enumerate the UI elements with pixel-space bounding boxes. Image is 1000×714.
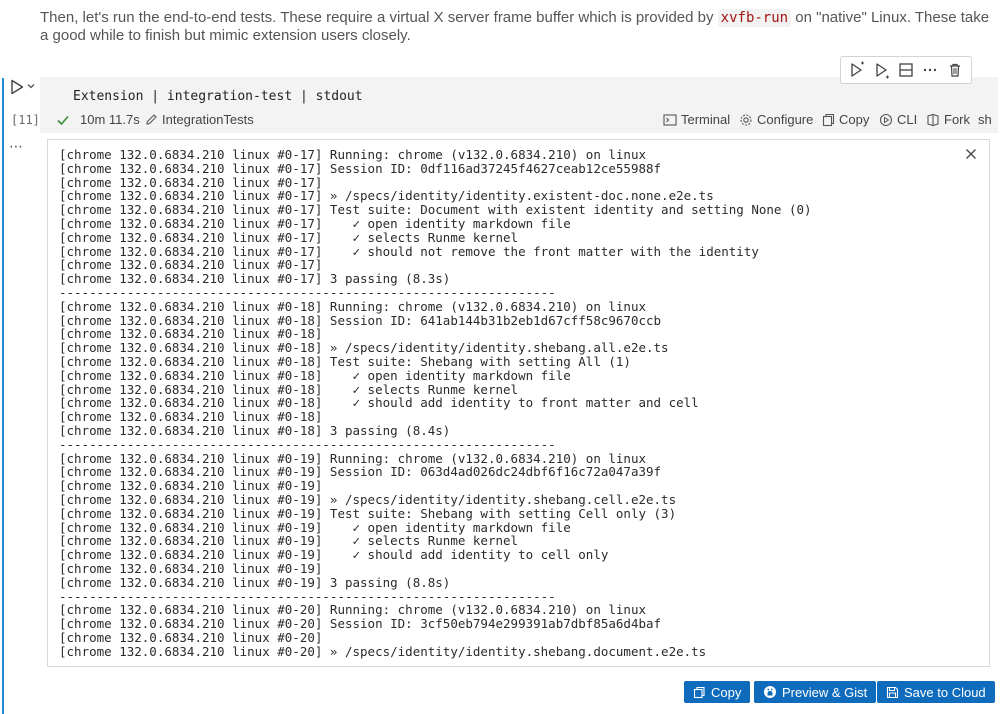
close-icon[interactable] — [965, 148, 977, 160]
terminal-line: [chrome 132.0.6834.210 linux #0-17] ✓ sh… — [59, 243, 759, 259]
terminal-label[interactable]: Terminal — [681, 112, 730, 127]
terminal-line: [chrome 132.0.6834.210 linux #0-19] Sess… — [59, 464, 662, 480]
terminal-line: [chrome 132.0.6834.210 linux #0-19] » /s… — [59, 491, 677, 507]
terminal-line: ----------------------------------------… — [59, 284, 556, 300]
fork-button[interactable]: Fork — [926, 112, 970, 127]
check-icon — [57, 115, 69, 125]
cell-name-label[interactable]: IntegrationTests — [162, 112, 254, 127]
copy-label[interactable]: Copy — [839, 112, 869, 127]
terminal-line: [chrome 132.0.6834.210 linux #0-17] — [59, 257, 323, 273]
terminal-line: ----------------------------------------… — [59, 436, 556, 452]
terminal-line: [chrome 132.0.6834.210 linux #0-18] 3 pa… — [59, 422, 451, 438]
terminal-line: [chrome 132.0.6834.210 linux #0-20] Runn… — [59, 602, 646, 618]
terminal-line: [chrome 132.0.6834.210 linux #0-20] — [59, 629, 323, 645]
cell-name[interactable]: IntegrationTests — [145, 112, 254, 127]
fork-icon — [927, 113, 939, 126]
language-indicator[interactable]: sh — [978, 112, 992, 127]
terminal-icon — [663, 113, 677, 126]
copy-status-button[interactable]: Copy — [822, 112, 869, 127]
terminal-line: [chrome 132.0.6834.210 linux #0-18] — [59, 326, 323, 342]
terminal-line: [chrome 132.0.6834.210 linux #0-18] ✓ sh… — [59, 395, 699, 411]
save-to-cloud-label[interactable]: Save to Cloud — [904, 685, 986, 700]
inline-code: xvfb-run — [717, 9, 792, 27]
terminal-line: [chrome 132.0.6834.210 linux #0-19] — [59, 560, 323, 576]
run-below-icon[interactable] — [872, 60, 892, 80]
cell-status-bar: 10m 11.7s IntegrationTests Terminal Conf… — [40, 110, 998, 130]
copy-icon — [693, 686, 705, 698]
pencil-icon — [146, 114, 157, 125]
terminal-lines: [chrome 132.0.6834.210 linux #0-17] Runn… — [59, 148, 812, 658]
terminal-line: [chrome 132.0.6834.210 linux #0-17] — [59, 174, 323, 190]
terminal-line: [chrome 132.0.6834.210 linux #0-18] Sess… — [59, 312, 662, 328]
terminal-line: [chrome 132.0.6834.210 linux #0-17] Sess… — [59, 160, 662, 176]
copy-button[interactable]: Copy — [684, 681, 751, 703]
terminal-button[interactable]: Terminal — [663, 112, 730, 127]
save-icon — [886, 686, 899, 698]
terminal-line: [chrome 132.0.6834.210 linux #0-18] ✓ se… — [59, 381, 519, 397]
cli-label[interactable]: CLI — [897, 112, 917, 127]
terminal-line: [chrome 132.0.6834.210 linux #0-18] Runn… — [59, 298, 646, 314]
run-above-icon[interactable] — [847, 60, 867, 80]
terminal-line: [chrome 132.0.6834.210 linux #0-19] ✓ se… — [59, 533, 519, 549]
terminal-line: [chrome 132.0.6834.210 linux #0-18] — [59, 409, 323, 425]
terminal-output[interactable]: [chrome 132.0.6834.210 linux #0-17] Runn… — [47, 139, 990, 667]
terminal-line: [chrome 132.0.6834.210 linux #0-17] Runn… — [59, 147, 646, 162]
markdown-text-before: Then, let's run the end-to-end tests. Th… — [40, 9, 718, 26]
configure-label[interactable]: Configure — [757, 112, 813, 127]
terminal-line: [chrome 132.0.6834.210 linux #0-20] » /s… — [59, 643, 707, 659]
more-icon[interactable] — [920, 60, 940, 80]
preview-gist-button[interactable]: Preview & Gist — [754, 681, 877, 703]
markdown-paragraph: Then, let's run the end-to-end tests. Th… — [40, 9, 990, 45]
save-to-cloud-button[interactable]: Save to Cloud — [877, 681, 995, 703]
cell-toolbar — [840, 56, 972, 84]
copy-icon — [822, 113, 835, 126]
terminal-line: [chrome 132.0.6834.210 linux #0-19] — [59, 478, 323, 494]
terminal-line: [chrome 132.0.6834.210 linux #0-20] Sess… — [59, 616, 662, 632]
chevron-down-icon[interactable] — [26, 81, 36, 91]
copy-button-label[interactable]: Copy — [711, 685, 741, 700]
terminal-line: [chrome 132.0.6834.210 linux #0-17] Test… — [59, 202, 812, 218]
execution-count: [11] — [11, 113, 40, 127]
cell-code[interactable]: Extension | integration-test | stdout — [73, 89, 363, 104]
language-label[interactable]: sh — [978, 112, 992, 127]
github-icon — [764, 686, 776, 698]
execution-duration: 10m 11.7s — [80, 112, 140, 127]
terminal-line: [chrome 132.0.6834.210 linux #0-17] » /s… — [59, 188, 714, 204]
play-icon[interactable] — [10, 79, 24, 95]
terminal-line: [chrome 132.0.6834.210 linux #0-17] 3 pa… — [59, 271, 451, 287]
terminal-line: ----------------------------------------… — [59, 588, 556, 604]
play-circle-icon — [879, 113, 893, 126]
split-cell-icon[interactable] — [896, 60, 916, 80]
fork-label[interactable]: Fork — [944, 112, 970, 127]
terminal-line: [chrome 132.0.6834.210 linux #0-19] Test… — [59, 505, 677, 521]
terminal-line: [chrome 132.0.6834.210 linux #0-19] ✓ op… — [59, 519, 571, 535]
terminal-line: [chrome 132.0.6834.210 linux #0-19] 3 pa… — [59, 574, 451, 590]
terminal-line: [chrome 132.0.6834.210 linux #0-19] Runn… — [59, 450, 646, 466]
terminal-line: [chrome 132.0.6834.210 linux #0-18] ✓ op… — [59, 367, 571, 383]
preview-gist-label[interactable]: Preview & Gist — [782, 685, 867, 700]
terminal-line: [chrome 132.0.6834.210 linux #0-17] ✓ se… — [59, 229, 519, 245]
terminal-line: [chrome 132.0.6834.210 linux #0-19] ✓ sh… — [59, 547, 609, 563]
trash-icon[interactable] — [945, 60, 965, 80]
terminal-line: [chrome 132.0.6834.210 linux #0-18] » /s… — [59, 340, 669, 356]
gear-icon — [740, 113, 752, 126]
terminal-line: [chrome 132.0.6834.210 linux #0-17] ✓ op… — [59, 215, 571, 231]
output-more-icon[interactable]: ⋯ — [9, 138, 24, 155]
cli-button[interactable]: CLI — [879, 112, 917, 127]
cell-focus-indicator — [2, 78, 4, 714]
terminal-line: [chrome 132.0.6834.210 linux #0-18] Test… — [59, 353, 631, 369]
execution-status: 10m 11.7s — [56, 112, 140, 127]
configure-button[interactable]: Configure — [739, 112, 813, 127]
